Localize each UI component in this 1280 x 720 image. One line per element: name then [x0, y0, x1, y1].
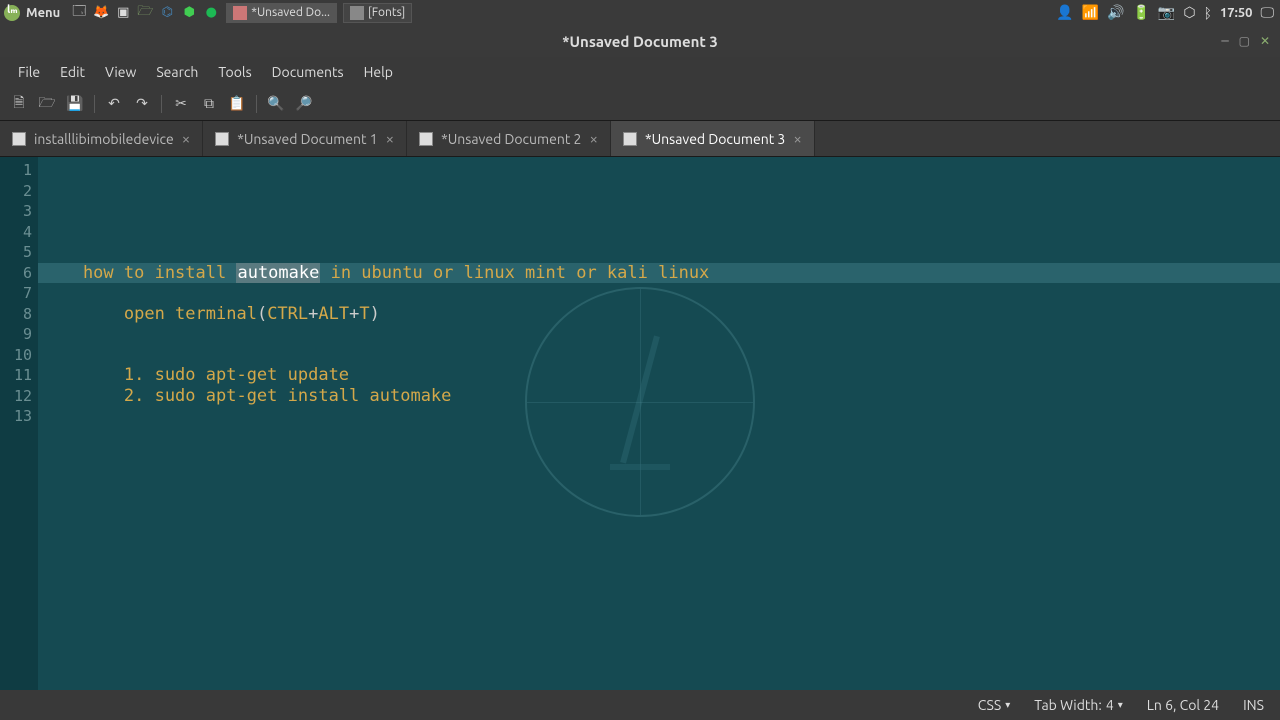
python-icon[interactable]: ⌬ — [158, 4, 176, 22]
window-title: *Unsaved Document 3 — [562, 33, 718, 50]
editor[interactable]: 12345678910111213 how to install automak… — [0, 157, 1280, 690]
taskbar-item-label: *Unsaved Do... — [251, 6, 330, 19]
menu-file[interactable]: File — [8, 60, 50, 84]
menu-search[interactable]: Search — [146, 60, 208, 84]
find-replace-button[interactable]: 🔎 — [293, 95, 315, 112]
volume-icon[interactable]: 🔊 — [1107, 4, 1124, 21]
document-tabs: installlibimobiledevice × *Unsaved Docum… — [0, 121, 1280, 157]
redo-button[interactable]: ↷ — [131, 95, 153, 112]
chevron-down-icon: ▾ — [1005, 699, 1010, 711]
syntax-selector[interactable]: CSS ▾ — [978, 697, 1010, 713]
tab-width-label: Tab Width: — [1034, 697, 1102, 713]
shield-icon[interactable]: ⬡ — [1183, 4, 1195, 21]
new-button[interactable]: 🗎 — [8, 92, 30, 116]
tab-width-selector[interactable]: Tab Width: 4 ▾ — [1034, 697, 1123, 713]
desktop-panel: Menu 🗔 🦊 ▣ 🗁 ⌬ ⬢ ● *Unsaved Do... [Fonts… — [0, 0, 1280, 25]
maximize-button[interactable]: ▢ — [1239, 34, 1250, 48]
document-icon — [12, 132, 26, 146]
terminal-icon[interactable]: ▣ — [114, 4, 132, 22]
tab-label: *Unsaved Document 2 — [441, 131, 581, 147]
qt-icon[interactable]: ⬢ — [180, 4, 198, 22]
copy-button[interactable]: ⧉ — [198, 95, 220, 112]
menu-help[interactable]: Help — [354, 60, 403, 84]
tab-width-value: 4 — [1106, 697, 1114, 713]
monitor-icon[interactable]: 🖵 — [1261, 4, 1275, 21]
document-icon — [623, 132, 637, 146]
tab-unsaved-3[interactable]: *Unsaved Document 3 × — [611, 121, 815, 156]
tab-installlibimobiledevice[interactable]: installlibimobiledevice × — [0, 121, 203, 156]
tab-label: *Unsaved Document 3 — [645, 131, 785, 147]
line-number-gutter: 12345678910111213 — [0, 157, 38, 690]
undo-button[interactable]: ↶ — [103, 95, 125, 112]
close-icon[interactable]: × — [793, 130, 801, 147]
tab-unsaved-2[interactable]: *Unsaved Document 2 × — [407, 121, 611, 156]
gedit-icon — [233, 6, 247, 20]
spotify-icon[interactable]: ● — [202, 4, 220, 22]
syntax-label: CSS — [978, 697, 1001, 713]
menu-documents[interactable]: Documents — [262, 60, 354, 84]
code-area[interactable]: how to install automake in ubuntu or lin… — [38, 157, 1280, 690]
toolbar-separator — [256, 95, 257, 113]
tab-label: *Unsaved Document 1 — [237, 131, 377, 147]
wifi-icon[interactable]: 📶 — [1082, 4, 1099, 21]
tab-unsaved-1[interactable]: *Unsaved Document 1 × — [203, 121, 407, 156]
find-button[interactable]: 🔍 — [265, 95, 287, 112]
menu-edit[interactable]: Edit — [50, 60, 95, 84]
clock[interactable]: 17:50 — [1220, 6, 1253, 20]
insert-mode[interactable]: INS — [1243, 697, 1264, 713]
minimize-button[interactable]: ─ — [1221, 34, 1228, 48]
firefox-icon[interactable]: 🦊 — [92, 4, 110, 22]
files-icon[interactable]: 🗁 — [136, 4, 154, 22]
close-button[interactable]: ✕ — [1260, 34, 1270, 48]
chevron-down-icon: ▾ — [1118, 699, 1123, 711]
save-button[interactable]: 💾 — [64, 95, 86, 112]
window-controls: ─ ▢ ✕ — [1221, 34, 1280, 48]
fonts-icon — [350, 6, 364, 20]
open-button[interactable]: 🗁 — [36, 92, 58, 116]
panel-left: Menu 🗔 🦊 ▣ 🗁 ⌬ ⬢ ● *Unsaved Do... [Fonts… — [0, 3, 412, 23]
user-icon[interactable]: 👤 — [1056, 4, 1073, 21]
toolbar-separator — [94, 95, 95, 113]
mint-logo-icon[interactable] — [4, 5, 20, 21]
camera-icon[interactable]: 📷 — [1158, 4, 1175, 21]
show-desktop-icon[interactable]: 🗔 — [70, 4, 88, 22]
battery-icon[interactable]: 🔋 — [1132, 4, 1149, 21]
panel-tray: 👤 📶 🔊 🔋 📷 ⬡ ᛒ 17:50 🖵 — [1056, 4, 1280, 21]
taskbar-item-gedit[interactable]: *Unsaved Do... — [226, 3, 337, 23]
app-menu-button[interactable]: Menu — [26, 6, 60, 20]
close-icon[interactable]: × — [182, 130, 190, 147]
menu-view[interactable]: View — [95, 60, 146, 84]
menubar: File Edit View Search Tools Documents He… — [0, 57, 1280, 87]
close-icon[interactable]: × — [589, 130, 597, 147]
cut-button[interactable]: ✂ — [170, 95, 192, 112]
cursor-position: Ln 6, Col 24 — [1147, 697, 1219, 713]
paste-button[interactable]: 📋 — [226, 95, 248, 112]
taskbar-item-label: [Fonts] — [368, 6, 405, 19]
toolbar: 🗎 🗁 💾 ↶ ↷ ✂ ⧉ 📋 🔍 🔎 — [0, 87, 1280, 121]
menu-tools[interactable]: Tools — [208, 60, 261, 84]
taskbar-item-fonts[interactable]: [Fonts] — [343, 3, 412, 23]
document-icon — [215, 132, 229, 146]
toolbar-separator — [161, 95, 162, 113]
close-icon[interactable]: × — [386, 130, 394, 147]
window-titlebar[interactable]: *Unsaved Document 3 ─ ▢ ✕ — [0, 25, 1280, 57]
bluetooth-icon[interactable]: ᛒ — [1204, 5, 1212, 21]
document-icon — [419, 132, 433, 146]
statusbar: CSS ▾ Tab Width: 4 ▾ Ln 6, Col 24 INS — [0, 690, 1280, 720]
tab-label: installlibimobiledevice — [34, 131, 174, 147]
